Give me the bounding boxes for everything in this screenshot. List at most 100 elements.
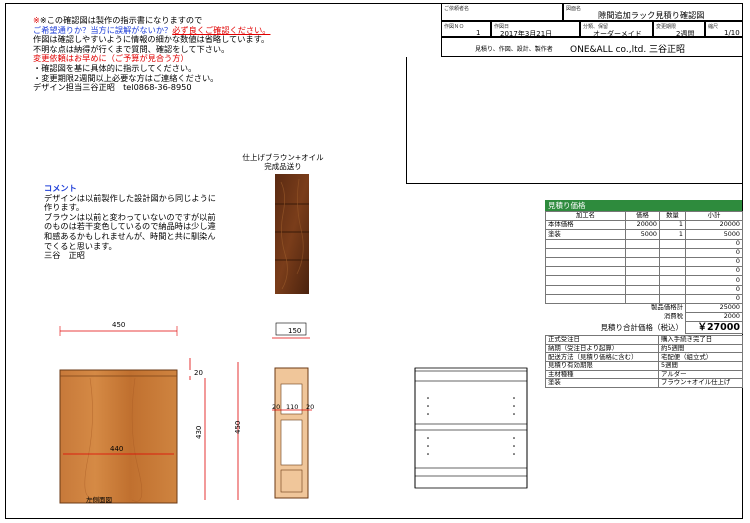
estimate-cell: 20000 xyxy=(685,220,743,231)
spec-value: 5週間 xyxy=(658,361,743,371)
spec-label: 塗装 xyxy=(545,378,659,388)
estimate-row: 0 xyxy=(545,275,743,286)
estimate-cell xyxy=(545,266,626,277)
estimate-cell: 本体価格 xyxy=(545,220,626,231)
estimate-panel: 見積り価格 加工名 価格 数量 小計 本体価格 20000 1 20000 塗装 5000… xyxy=(545,200,743,388)
estimate-row: 0 xyxy=(545,293,743,304)
estimate-row: 0 xyxy=(545,247,743,258)
estimate-cell xyxy=(545,238,626,249)
sheet-no-label: 作図ＮＯ xyxy=(444,24,465,30)
estimate-cell xyxy=(625,275,660,286)
estimate-cell: 0 xyxy=(685,256,743,268)
estimate-cell: 20000 xyxy=(625,220,660,231)
estimate-cell xyxy=(659,275,686,286)
estimate-cell: 1 xyxy=(659,229,686,240)
spec-label: 配送方法（見積り価格に含む） xyxy=(545,352,659,363)
scale: 1/10 xyxy=(724,29,740,37)
estimate-row: 0 xyxy=(545,238,743,249)
credits-box: 見積り、作図、設計、製作者 ONE&ALL co.,ltd. 三谷正昭 xyxy=(441,37,743,57)
estimate-cell xyxy=(625,238,660,249)
finish-line: 完成品送り xyxy=(264,162,302,171)
spec-value: アルダー xyxy=(658,369,743,380)
deadline-label: 変更期限 xyxy=(656,24,677,30)
estimate-cell xyxy=(545,247,626,258)
finish-line: 仕上げブラウン+オイル xyxy=(242,153,324,162)
tax: 2000 xyxy=(685,312,743,323)
spec-row: 正式受注日 購入手続き完了日 xyxy=(545,335,743,345)
product-total: 25000 xyxy=(685,302,743,314)
finish-label: 仕上げブラウン+オイル 完成品送り xyxy=(238,153,328,171)
estimate-cell xyxy=(659,293,686,304)
spec-row: 納期（受注日より起算） 約5週間 xyxy=(545,343,743,354)
date-box: 作図日 2017年3月21日 xyxy=(491,21,580,38)
estimate-cell xyxy=(625,256,660,268)
dim-front-inner: 440 xyxy=(110,445,123,453)
deadline-box: 変更期限 2週間 xyxy=(653,21,705,38)
comment-line: 三谷 正昭 xyxy=(44,250,85,261)
customer-label: ご依頼者名 xyxy=(444,6,470,12)
estimate-cell xyxy=(659,284,686,295)
estimate-cell: 5000 xyxy=(625,229,660,240)
estimate-header: 見積り価格 xyxy=(545,200,742,211)
estimate-row: 0 xyxy=(545,266,743,277)
estimate-cell: 5000 xyxy=(685,229,743,240)
spec-label: 納期（受注日より起算） xyxy=(545,343,659,354)
estimate-cell: 1 xyxy=(659,220,686,231)
front-view-drawing: 450 440 20 430 xyxy=(59,321,206,504)
notice-line: ※この確認図は製作の指示書になりますので xyxy=(39,15,203,25)
view-caption: 左側面図 xyxy=(86,496,112,504)
estimate-row: 塗装 5000 1 5000 xyxy=(545,229,743,240)
estimate-cell: 塗装 xyxy=(545,229,626,240)
dim-front-top: 20 xyxy=(194,369,203,377)
shelf-perspective-image xyxy=(275,174,309,294)
drawing-label: 図面名 xyxy=(566,6,582,12)
estimate-cell: 0 xyxy=(685,266,743,277)
estimate-cell xyxy=(545,284,626,295)
comment-box: コメント デザインは以前製作した設計図から同じように 作ります。 ブラウンは以前… xyxy=(44,183,222,261)
estimate-cell: 0 xyxy=(685,275,743,286)
dim-side-left: 20 xyxy=(272,403,280,411)
estimate-cell xyxy=(659,247,686,258)
estimate-row: 0 xyxy=(545,284,743,295)
spec-label: 正式受注日 xyxy=(545,335,659,345)
estimate-cell: 0 xyxy=(685,284,743,295)
title-block-divider xyxy=(406,183,743,184)
customer-box: ご依頼者名 xyxy=(441,3,563,21)
estimate-cell xyxy=(659,256,686,268)
spec-value: 約5週間 xyxy=(658,343,743,354)
notice-text: ※※この確認図は製作の指示書になりますので ご希望通りか？当方に誤解がないか？必… xyxy=(33,15,291,93)
scale-label: 縮尺 xyxy=(708,24,719,30)
estimate-cell xyxy=(625,284,660,295)
spec-value: 宅配便（組立式） xyxy=(658,352,743,363)
section-view-drawing xyxy=(414,367,528,489)
grand-total: ￥27000 xyxy=(685,321,743,335)
estimate-cell xyxy=(545,256,626,268)
spec-row: 配送方法（見積り価格に含む） 宅配便（組立式） xyxy=(545,352,743,363)
spec-row: 主材種種 アルダー xyxy=(545,369,743,380)
estimate-cell xyxy=(625,293,660,304)
spec-label: 主材種種 xyxy=(545,369,659,380)
spec-table: 正式受注日 購入手続き完了日 納期（受注日より起算） 約5週間 配送方法（見積り価格に含… xyxy=(545,335,743,388)
column-header: 小計 xyxy=(685,210,743,222)
dim-side-depth: 150 xyxy=(288,327,301,335)
side-view-drawing: 450 150 20 110 20 xyxy=(234,322,314,500)
spec-row: 見積り有効期限 5週間 xyxy=(545,361,743,371)
dim-side-height: 450 xyxy=(234,421,242,434)
notice-contact: デザイン担当三谷正昭 tel0868-36-8950 xyxy=(33,82,192,93)
tax-label: 消費税 xyxy=(663,312,683,321)
dim-front-width: 450 xyxy=(112,321,125,329)
column-header: 数量 xyxy=(659,210,686,222)
company-name: ONE&ALL co.,ltd. 三谷正昭 xyxy=(570,45,686,55)
estimate-cell xyxy=(659,266,686,277)
spec-label: 見積り有効期限 xyxy=(545,361,659,371)
estimate-cell: 0 xyxy=(685,293,743,304)
estimate-cell xyxy=(545,275,626,286)
scale-box: 縮尺 1/10 xyxy=(705,21,743,37)
grand-total-label: 見積り合計価格（税込） xyxy=(600,322,684,332)
drawing-name: 隙間追加ラック見積り確認図 xyxy=(598,10,705,20)
dim-front-height: 430 xyxy=(195,426,203,439)
column-header: 価格 xyxy=(625,210,660,222)
front-panel xyxy=(59,369,178,504)
estimate-cell xyxy=(659,238,686,249)
spec-row: 塗装 ブラウン+オイル仕上げ xyxy=(545,378,743,388)
